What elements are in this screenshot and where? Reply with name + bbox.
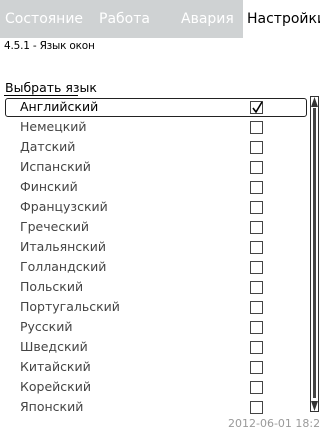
language-item-french[interactable]: Французский — [0, 198, 308, 218]
language-item-english[interactable]: Английский — [0, 98, 308, 118]
language-item-polish[interactable]: Польский — [0, 278, 308, 298]
language-checkbox[interactable] — [250, 161, 263, 174]
tab-operation[interactable]: Работа — [99, 0, 150, 38]
language-item-russian[interactable]: Русский — [0, 318, 308, 338]
tab-bar: Состояние Работа Авария Настройки — [0, 0, 320, 38]
timestamp: 2012-06-01 18:22 — [228, 417, 320, 430]
language-checkbox[interactable] — [250, 341, 263, 354]
language-item-greek[interactable]: Греческий — [0, 218, 308, 238]
language-label: Шведский — [20, 339, 88, 354]
language-checkbox[interactable] — [250, 281, 263, 294]
language-checkbox[interactable] — [250, 401, 263, 414]
tab-settings[interactable]: Настройки — [243, 0, 320, 38]
arrow-up-icon[interactable] — [311, 97, 318, 107]
language-label: Датский — [20, 139, 76, 154]
language-checkbox[interactable] — [250, 241, 263, 254]
language-checkbox[interactable] — [250, 321, 263, 334]
language-checkbox[interactable] — [250, 361, 263, 374]
language-item-portuguese[interactable]: Португальский — [0, 298, 308, 318]
language-checkbox[interactable] — [250, 201, 263, 214]
language-item-finnish[interactable]: Финский — [0, 178, 308, 198]
language-label: Польский — [20, 279, 84, 294]
language-item-spanish[interactable]: Испанский — [0, 158, 308, 178]
language-label: Японский — [20, 399, 84, 414]
language-label: Английский — [20, 99, 99, 114]
language-label: Греческий — [20, 219, 89, 234]
language-label: Испанский — [20, 159, 91, 174]
language-item-dutch[interactable]: Голландский — [0, 258, 308, 278]
language-checkbox[interactable] — [250, 141, 263, 154]
scrollbar-thumb[interactable] — [313, 108, 316, 398]
tab-status[interactable]: Состояние — [5, 0, 83, 38]
language-item-german[interactable]: Немецкий — [0, 118, 308, 138]
checkmark-icon — [252, 101, 263, 114]
language-checkbox[interactable] — [250, 181, 263, 194]
section-title: Выбрать язык — [5, 80, 97, 95]
language-label: Финский — [20, 179, 78, 194]
language-checkbox[interactable] — [250, 101, 263, 114]
language-item-japanese[interactable]: Японский — [0, 398, 308, 418]
section-divider — [4, 95, 78, 96]
language-label: Китайский — [20, 359, 91, 374]
language-checkbox[interactable] — [250, 261, 263, 274]
language-item-swedish[interactable]: Шведский — [0, 338, 308, 358]
arrow-down-icon[interactable] — [311, 401, 318, 411]
language-item-korean[interactable]: Корейский — [0, 378, 308, 398]
tab-alarm[interactable]: Авария — [181, 0, 234, 38]
language-label: Португальский — [20, 299, 120, 314]
language-label: Корейский — [20, 379, 91, 394]
breadcrumb: 4.5.1 - Язык окон — [4, 40, 95, 52]
scrollbar[interactable] — [310, 96, 319, 412]
language-label: Русский — [20, 319, 73, 334]
language-item-chinese[interactable]: Китайский — [0, 358, 308, 378]
language-item-danish[interactable]: Датский — [0, 138, 308, 158]
language-checkbox[interactable] — [250, 221, 263, 234]
language-item-italian[interactable]: Итальянский — [0, 238, 308, 258]
language-checkbox[interactable] — [250, 381, 263, 394]
language-label: Французский — [20, 199, 108, 214]
language-label: Итальянский — [20, 239, 107, 254]
language-checkbox[interactable] — [250, 301, 263, 314]
language-label: Немецкий — [20, 119, 87, 134]
language-checkbox[interactable] — [250, 121, 263, 134]
language-label: Голландский — [20, 259, 107, 274]
